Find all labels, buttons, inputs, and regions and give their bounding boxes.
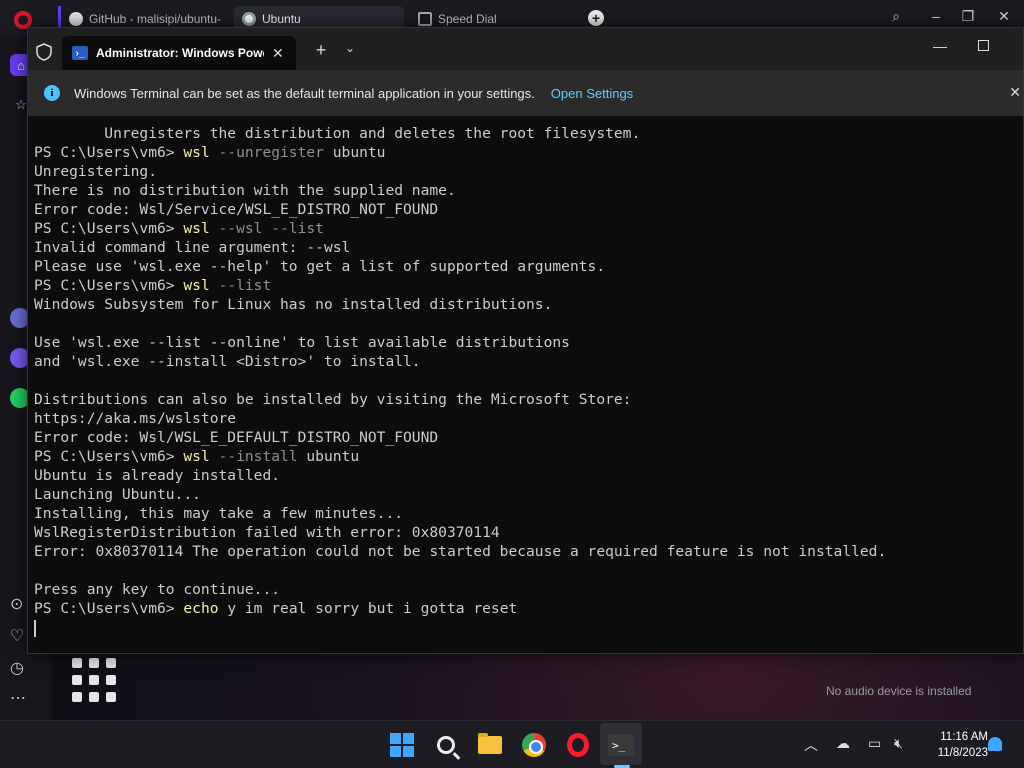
prompt: PS C:\Users\vm6> (34, 448, 184, 465)
terminal-output-line: Error code: Wsl/WSL_E_DEFAULT_DISTRO_NOT… (34, 429, 439, 446)
clock-icon[interactable]: ◷ (10, 658, 24, 678)
github-icon (69, 12, 83, 26)
shield-icon (36, 43, 52, 61)
minimize-button[interactable]: — (930, 38, 950, 54)
terminal-output-line: https://aka.ms/wslstore (34, 410, 237, 427)
terminal-output-line: Error code: Wsl/Service/WSL_E_DISTRO_NOT… (34, 201, 439, 218)
command: echo (183, 600, 219, 617)
terminal-output-line: Please use 'wsl.exe --help' to get a lis… (34, 258, 606, 275)
terminal-output-line: WslRegisterDistribution failed with erro… (34, 524, 500, 541)
prompt: PS C:\Users\vm6> (34, 600, 184, 617)
terminal-tab[interactable]: ›_ Administrator: Windows PowerShell ✕ (62, 36, 296, 70)
chrome-icon[interactable] (520, 731, 548, 759)
command: wsl (183, 220, 210, 237)
terminal-output-line: Ubuntu is already installed. (34, 467, 281, 484)
opera-icon[interactable] (564, 731, 592, 759)
close-icon[interactable]: ✕ (994, 8, 1014, 25)
terminal-command-line: PS C:\Users\vm6> echo y im real sorry bu… (34, 599, 1014, 618)
terminal-output-line: Windows Subsystem for Linux has no insta… (34, 296, 553, 313)
prompt: PS C:\Users\vm6> (34, 220, 184, 237)
chevron-down-icon[interactable]: ⌄ (340, 41, 360, 55)
network-icon[interactable]: ▭ (868, 735, 881, 752)
info-icon: i (44, 85, 60, 101)
new-tab-button[interactable]: + (588, 10, 604, 26)
onedrive-icon[interactable]: ☁ (836, 735, 850, 752)
more-icon[interactable]: ⋯ (10, 688, 26, 708)
infobar-message: Windows Terminal can be set as the defau… (74, 85, 535, 101)
minimize-icon[interactable]: – (926, 8, 946, 24)
maximize-button[interactable] (978, 40, 989, 51)
command-rest: y im real sorry but i gotta reset (218, 600, 518, 617)
command-rest: ubuntu (297, 448, 360, 465)
file-explorer-icon[interactable] (476, 731, 504, 759)
command-rest: ubuntu (323, 144, 386, 161)
terminal-command-line: PS C:\Users\vm6> wsl --install ubuntu (34, 447, 1014, 466)
command-args: --install (209, 448, 298, 465)
terminal-titlebar: ›_ Administrator: Windows PowerShell ✕ +… (28, 28, 1023, 70)
apps-grid-icon[interactable] (72, 658, 116, 702)
cursor-line (34, 618, 1014, 637)
taskbar-clock[interactable]: 11:16 AM 11/8/2023 (922, 729, 988, 761)
terminal-output-line: Installing, this may take a few minutes.… (34, 505, 404, 522)
restore-icon[interactable]: ❐ (958, 8, 978, 25)
browser-tab-label: Ubuntu (262, 12, 301, 26)
search-icon[interactable]: ⌕ (886, 8, 906, 25)
close-tab-icon[interactable]: ✕ (272, 45, 284, 62)
terminal-output-line: Launching Ubuntu... (34, 486, 201, 503)
terminal-output-line: There is no distribution with the suppli… (34, 182, 456, 199)
clock-date: 11/8/2023 (937, 747, 988, 759)
clock-time: 11:16 AM (940, 731, 988, 743)
notification-bell-icon[interactable] (988, 737, 1002, 751)
terminal-icon[interactable]: >_ (607, 731, 635, 759)
browser-tab-label: GitHub - malisipi/ubuntu- (89, 12, 222, 26)
heart-icon[interactable]: ♡ (10, 626, 24, 646)
terminal-output[interactable]: Unregisters the distribution and deletes… (34, 124, 1014, 649)
close-infobar-icon[interactable]: ✕ (1009, 84, 1021, 101)
search-icon[interactable] (432, 731, 460, 759)
command: wsl (183, 277, 210, 294)
terminal-command-line: PS C:\Users\vm6> wsl --wsl --list (34, 219, 1014, 238)
terminal-output-line: and 'wsl.exe --install <Distro>' to inst… (34, 353, 421, 370)
text-cursor (34, 619, 36, 637)
prompt: PS C:\Users\vm6> (34, 144, 184, 161)
terminal-output-line: Distributions can also be installed by v… (34, 391, 632, 408)
terminal-output-line: Use 'wsl.exe --list --online' to list av… (34, 334, 570, 351)
settings-infobar: i Windows Terminal can be set as the def… (28, 70, 1023, 116)
command: wsl (183, 448, 210, 465)
terminal-output-line: Press any key to continue... (34, 581, 281, 598)
history-icon[interactable]: ⊙ (10, 594, 23, 614)
terminal-output-line: Unregisters the distribution and deletes… (34, 125, 641, 142)
terminal-tab-title: Administrator: Windows PowerShell (96, 46, 264, 60)
powershell-icon: ›_ (72, 46, 88, 60)
terminal-command-line: PS C:\Users\vm6> wsl --unregister ubuntu (34, 143, 1014, 162)
command-args: --list (209, 277, 272, 294)
taskbar: >_ ︿ ☁ ▭ 🔇︎ 11:16 AM 11/8/2023 (0, 720, 1024, 768)
new-tab-button[interactable]: + (311, 40, 331, 61)
command-args: --unregister (209, 144, 324, 161)
browser-tab-label: Speed Dial (438, 12, 497, 26)
speed-dial-icon (418, 12, 432, 26)
open-settings-link[interactable]: Open Settings (551, 86, 633, 101)
terminal-window: ›_ Administrator: Windows PowerShell ✕ +… (27, 27, 1024, 654)
terminal-command-line: PS C:\Users\vm6> wsl --list (34, 276, 1014, 295)
prompt: PS C:\Users\vm6> (34, 277, 184, 294)
volume-muted-icon[interactable]: 🔇︎ (894, 735, 903, 752)
ubuntu-icon (242, 12, 256, 26)
audio-status-text: No audio device is installed (826, 684, 972, 698)
chevron-up-icon[interactable]: ︿ (804, 735, 818, 755)
command-args: --wsl --list (209, 220, 324, 237)
terminal-output-line: Invalid command line argument: --wsl (34, 239, 351, 256)
windows-start-icon[interactable] (388, 731, 416, 759)
terminal-output-line: Error: 0x80370114 The operation could no… (34, 543, 887, 560)
terminal-output-line: Unregistering. (34, 163, 158, 180)
command: wsl (183, 144, 210, 161)
